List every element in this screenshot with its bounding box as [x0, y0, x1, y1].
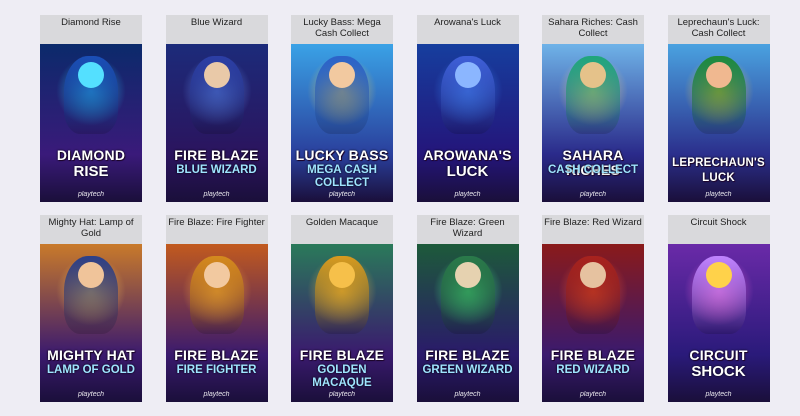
provider-logo: playtech: [166, 191, 268, 198]
game-logo-line1: LUCKY BASS: [295, 147, 389, 163]
character-face: [78, 262, 104, 288]
character-face: [329, 262, 355, 288]
game-title: Leprechaun's Luck: Cash Collect: [667, 15, 770, 44]
game-title: Diamond Rise: [40, 15, 142, 44]
game-title: Lucky Bass: Mega Cash Collect: [291, 15, 393, 44]
game-thumbnail[interactable]: FIRE BLAZE GREEN WIZARD playtech: [416, 244, 519, 402]
provider-name: playtech: [328, 191, 356, 198]
provider-logo: playtech: [542, 391, 644, 398]
game-thumbnail[interactable]: FIRE BLAZE BLUE WIZARD playtech: [165, 44, 268, 202]
game-logo-line1: FIRE BLAZE: [174, 347, 259, 363]
game-card[interactable]: Fire Blaze: Fire Fighter FIRE BLAZE FIRE…: [165, 215, 268, 402]
game-card[interactable]: Blue Wizard FIRE BLAZE BLUE WIZARD playt…: [165, 15, 268, 202]
character-face: [705, 62, 732, 88]
game-card[interactable]: Diamond Rise DIAMOND RISE playtech: [40, 15, 142, 202]
provider-name: playtech: [77, 191, 105, 198]
provider-logo: playtech: [417, 391, 519, 398]
game-card[interactable]: Sahara Riches: Cash Collect SAHARA RICHE…: [542, 15, 644, 202]
game-thumbnail[interactable]: FIRE BLAZE RED WIZARD playtech: [542, 244, 644, 402]
game-thumbnail[interactable]: CIRCUIT SHOCK playtech: [667, 244, 770, 402]
game-title: Sahara Riches: Cash Collect: [542, 15, 644, 44]
game-thumbnail[interactable]: DIAMOND RISE playtech: [40, 44, 142, 202]
provider-logo: playtech: [542, 191, 644, 198]
provider-logo: playtech: [668, 191, 770, 198]
game-logo-line2: LAMP OF GOLD: [47, 364, 135, 376]
game-logo-line1: DIAMOND: [56, 147, 126, 163]
provider-name: playtech: [203, 191, 230, 198]
game-card[interactable]: Mighty Hat: Lamp of Gold MIGHTY HAT LAMP…: [40, 215, 142, 402]
provider-logo: playtech: [40, 191, 142, 198]
provider-logo: playtech: [668, 391, 770, 398]
provider-name: playtech: [203, 391, 230, 398]
game-logo-line2: GREEN WIZARD: [422, 364, 513, 376]
game-logo-line2: CASH COLLECT: [547, 164, 639, 176]
game-title: Arowana's Luck: [416, 15, 519, 44]
character-face: [580, 262, 606, 288]
game-logo-line1: MIGHTY HAT: [47, 347, 135, 363]
provider-name: playtech: [77, 391, 105, 398]
provider-name: playtech: [705, 191, 732, 198]
game-card[interactable]: Lucky Bass: Mega Cash Collect LUCKY BASS…: [291, 15, 393, 202]
game-logo-line2: LUCK: [446, 163, 489, 180]
game-thumbnail[interactable]: LEPRECHAUN'S LUCK playtech: [667, 44, 770, 202]
character-face: [203, 62, 230, 88]
provider-name: playtech: [454, 391, 481, 398]
palace-dome: [580, 62, 606, 88]
provider-logo: playtech: [166, 391, 268, 398]
provider-name: playtech: [705, 391, 732, 398]
game-logo-line2: RED WIZARD: [556, 364, 630, 376]
game-title: Fire Blaze: Fire Fighter: [165, 215, 268, 244]
provider-name: playtech: [579, 191, 607, 198]
character-face: [454, 262, 481, 288]
energy-orb: [705, 262, 732, 288]
game-logo-line1: LEPRECHAUN'S LUCK: [672, 157, 765, 184]
character-face: [203, 262, 230, 288]
provider-logo: playtech: [40, 391, 142, 398]
game-title: Blue Wizard: [165, 15, 268, 44]
game-logo-line2: MEGA CASH COLLECT: [307, 164, 377, 189]
game-logo-line1: FIRE BLAZE: [299, 347, 385, 363]
provider-logo: playtech: [417, 191, 519, 198]
game-logo-line1: FIRE BLAZE: [425, 347, 510, 363]
game-logo-line2: BLUE WIZARD: [176, 164, 257, 176]
provider-name: playtech: [328, 391, 356, 398]
game-logo-line1: CIRCUIT: [689, 347, 748, 363]
game-logo-line1: AROWANA'S: [423, 147, 512, 163]
game-card[interactable]: Fire Blaze: Red Wizard FIRE BLAZE RED WI…: [542, 215, 644, 402]
game-logo-line2: SHOCK: [691, 363, 746, 380]
gem-highlight: [78, 62, 104, 88]
game-title: Mighty Hat: Lamp of Gold: [40, 215, 142, 244]
game-title: Circuit Shock: [667, 215, 770, 244]
game-title: Fire Blaze: Green Wizard: [416, 215, 519, 244]
game-title: Golden Macaque: [291, 215, 393, 244]
game-card[interactable]: Circuit Shock CIRCUIT SHOCK playtech: [667, 215, 770, 402]
game-title: Fire Blaze: Red Wizard: [542, 215, 644, 244]
game-logo-line2: RISE: [73, 163, 109, 180]
game-thumbnail[interactable]: FIRE BLAZE FIRE FIGHTER playtech: [165, 244, 268, 402]
game-thumbnail[interactable]: FIRE BLAZE GOLDEN MACAQUE playtech: [291, 244, 393, 402]
game-card[interactable]: Arowana's Luck AROWANA'S LUCK playtech: [416, 15, 519, 202]
character-face: [329, 62, 355, 88]
provider-name: playtech: [579, 391, 607, 398]
game-card[interactable]: Golden Macaque FIRE BLAZE GOLDEN MACAQUE…: [291, 215, 393, 402]
game-grid: Diamond Rise DIAMOND RISE playtech Blue …: [40, 15, 770, 402]
provider-logo: playtech: [291, 391, 393, 398]
provider-name: playtech: [454, 191, 481, 198]
game-card[interactable]: Leprechaun's Luck: Cash Collect LEPRECHA…: [667, 15, 770, 202]
fish-highlight: [454, 62, 481, 88]
game-thumbnail[interactable]: MIGHTY HAT LAMP OF GOLD playtech: [40, 244, 142, 402]
game-logo-line2: GOLDEN MACAQUE: [312, 364, 372, 389]
game-thumbnail[interactable]: AROWANA'S LUCK playtech: [416, 44, 519, 202]
game-thumbnail[interactable]: SAHARA RICHES CASH COLLECT playtech: [542, 44, 644, 202]
provider-logo: playtech: [291, 191, 393, 198]
game-thumbnail[interactable]: LUCKY BASS MEGA CASH COLLECT playtech: [291, 44, 393, 202]
game-logo-line2: FIRE FIGHTER: [176, 364, 257, 376]
game-card[interactable]: Fire Blaze: Green Wizard FIRE BLAZE GREE…: [416, 215, 519, 402]
game-logo-line1: FIRE BLAZE: [174, 147, 259, 163]
game-logo-line1: FIRE BLAZE: [550, 347, 636, 363]
